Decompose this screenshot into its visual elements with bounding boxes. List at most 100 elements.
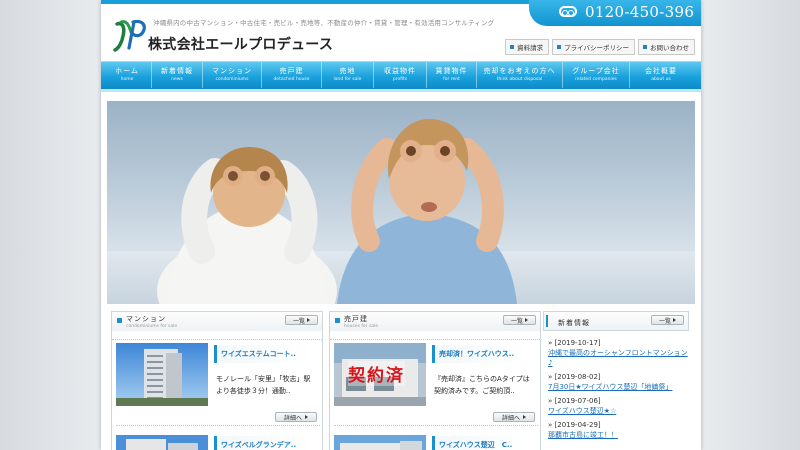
nav-label: 新着情報	[161, 67, 193, 75]
news-item: » [2019-07-06] ワイズハウス楚辺★☆	[548, 396, 689, 416]
detached-house-detail-button[interactable]: 詳細へ	[493, 412, 535, 422]
building-photo-icon	[116, 343, 208, 406]
bullet-icon	[510, 45, 515, 49]
document-request-label: 資料請求	[517, 44, 544, 52]
nav-item-land[interactable]: 売地 land for sale	[322, 62, 374, 88]
nav-label: 会社概要	[645, 67, 677, 75]
main-navigation: ホーム home 新着情報 news マンション condominiums 売戸建 de…	[101, 61, 701, 89]
section-title: 売戸建	[344, 315, 368, 323]
news-section: 新着情報 一覧 » [2019-10-17] 沖縄で最高のオーシャンフロントマン…	[543, 311, 689, 444]
nav-item-profits[interactable]: 収益物件 profits	[374, 62, 427, 88]
building-photo-icon	[116, 435, 208, 450]
nav-sublabel: related companies	[575, 77, 617, 82]
nav-label: ホーム	[115, 67, 139, 75]
bullet-icon	[643, 45, 647, 49]
item-separator	[116, 425, 320, 426]
card-top-rule	[112, 331, 322, 340]
news-item: » [2019-10-17] 沖縄で最高のオーシャンフロントマンション♪	[548, 338, 689, 368]
section-marker-icon	[546, 315, 548, 327]
privacy-policy-link[interactable]: プライバシーポリシー	[552, 39, 635, 55]
detached-house-item-description: 『売却済』こちらのAタイプは契約済みです。ご契約頂..	[434, 375, 530, 395]
news-date: » [2019-07-06]	[548, 397, 601, 405]
nav-label: 売地	[339, 67, 356, 75]
children-illustration	[157, 119, 517, 304]
nav-sublabel: home	[120, 77, 134, 82]
condominium-section: マンション condominiums for sale 一覧 ワイズエステムコー…	[111, 311, 323, 450]
arrow-right-icon	[307, 318, 310, 322]
news-link[interactable]: ワイズハウス楚辺★☆	[548, 406, 689, 416]
nav-item-home[interactable]: ホーム home	[103, 62, 152, 88]
nav-label: グループ会社	[572, 67, 620, 75]
condominium-item-description: モノレール「安里」「牧志」駅より各徒歩３分！通勤..	[216, 375, 311, 395]
nav-label: 賃貸物件	[435, 67, 468, 75]
news-date: » [2019-08-02]	[548, 373, 601, 381]
detached-house-photo[interactable]: 契約済	[334, 343, 426, 406]
condominium-item-title-2[interactable]: ワイズベルグランデア..	[214, 436, 312, 450]
contact-link[interactable]: お問い合わせ	[638, 39, 695, 55]
condominium-item-title[interactable]: ワイズエステムコート..	[214, 345, 312, 363]
condominium-photo-2[interactable]	[116, 435, 208, 450]
news-item: » [2019-04-29] 那覇市古島に竣工！！	[548, 420, 689, 440]
nav-item-rent[interactable]: 賃貸物件 for rent	[427, 62, 477, 88]
nav-sublabel: about us	[651, 77, 671, 82]
utility-links: 資料請求 プライバシーポリシー お問い合わせ	[505, 39, 695, 55]
nav-label: 売戸建	[279, 67, 304, 75]
section-marker-icon	[335, 318, 340, 323]
news-item: » [2019-08-02] 7月30日★ワイズハウス楚辺「地鎮祭」	[548, 372, 689, 392]
section-marker-icon	[117, 318, 122, 323]
company-name[interactable]: 株式会社エールプロデュース	[148, 34, 333, 54]
condominium-header: マンション condominiums for sale 一覧	[111, 311, 323, 331]
nav-item-about[interactable]: 会社概要 about us	[630, 62, 692, 88]
condominium-detail-button[interactable]: 詳細へ	[275, 412, 317, 422]
detached-house-section: 売戸建 houses for sale 一覧 契約済 売却済！ワイズハウス.. …	[329, 311, 541, 450]
news-link[interactable]: 那覇市古島に竣工！！	[548, 430, 689, 440]
section-subtitle: houses for sale	[344, 324, 379, 329]
news-list: » [2019-10-17] 沖縄で最高のオーシャンフロントマンション♪ » […	[543, 331, 689, 440]
condominium-photo[interactable]	[116, 343, 208, 406]
nav-item-detached-house[interactable]: 売戸建 detached house	[262, 62, 322, 88]
condominium-list-button[interactable]: 一覧	[285, 315, 318, 325]
section-title: 新着情報	[558, 319, 590, 327]
arrow-right-icon	[305, 415, 308, 419]
section-subtitle: condominiums for sale	[126, 324, 178, 329]
company-logo-icon[interactable]	[113, 18, 149, 52]
list-button-label: 一覧	[292, 317, 305, 325]
news-header: 新着情報 一覧	[543, 311, 689, 331]
news-link[interactable]: 沖縄で最高のオーシャンフロントマンション♪	[548, 348, 689, 368]
news-link[interactable]: 7月30日★ワイズハウス楚辺「地鎮祭」	[548, 382, 689, 392]
nav-item-related-companies[interactable]: グループ会社 related companies	[563, 62, 630, 88]
page-background-right	[699, 0, 800, 450]
sold-stamp: 契約済	[348, 361, 405, 386]
phone-number: 0120-450-396	[585, 3, 695, 21]
detached-house-item-title[interactable]: 売却済！ワイズハウス..	[432, 345, 530, 363]
arrow-right-icon	[525, 318, 528, 322]
news-list-button[interactable]: 一覧	[651, 315, 684, 325]
privacy-policy-label: プライバシーポリシー	[564, 44, 629, 52]
detached-house-item-title-2[interactable]: ワイズハウス楚辺 C..	[432, 436, 530, 450]
nav-sublabel: for rent	[443, 77, 460, 82]
nav-label: 収益物件	[384, 67, 416, 75]
phone-banner[interactable]: 0120-450-396	[529, 0, 701, 26]
bullet-icon	[557, 45, 562, 49]
hero-image	[107, 101, 695, 304]
detached-house-list-button[interactable]: 一覧	[503, 315, 536, 325]
arrow-right-icon	[673, 318, 676, 322]
detached-house-header: 売戸建 houses for sale 一覧	[329, 311, 541, 331]
header-tagline: 沖縄県内の中古マンション・中古住宅・売ビル・売地等、不動産の仲介・賃貸・管理・有…	[153, 19, 495, 27]
nav-label: 売却をお考えの方へ	[483, 67, 556, 75]
document-request-link[interactable]: 資料請求	[505, 39, 550, 55]
nav-item-condominiums[interactable]: マンション condominiums	[203, 62, 262, 88]
page-container: 沖縄県内の中古マンション・中古住宅・売ビル・売地等、不動産の仲介・賃貸・管理・有…	[101, 0, 701, 450]
detail-button-label: 詳細へ	[283, 414, 302, 422]
list-button-label: 一覧	[510, 317, 523, 325]
news-date: » [2019-10-17]	[548, 339, 601, 347]
nav-item-news[interactable]: 新着情報 news	[152, 62, 203, 88]
detached-house-photo-2[interactable]	[334, 435, 426, 450]
nav-sublabel: land for sale	[333, 77, 362, 82]
news-date: » [2019-04-29]	[548, 421, 601, 429]
nav-item-disposal[interactable]: 売却をお考えの方へ think about disposal	[477, 62, 563, 88]
card-top-rule	[330, 331, 540, 340]
nav-sublabel: profits	[392, 77, 408, 82]
nav-sublabel: think about disposal	[496, 77, 543, 82]
page-background-left	[0, 0, 101, 450]
